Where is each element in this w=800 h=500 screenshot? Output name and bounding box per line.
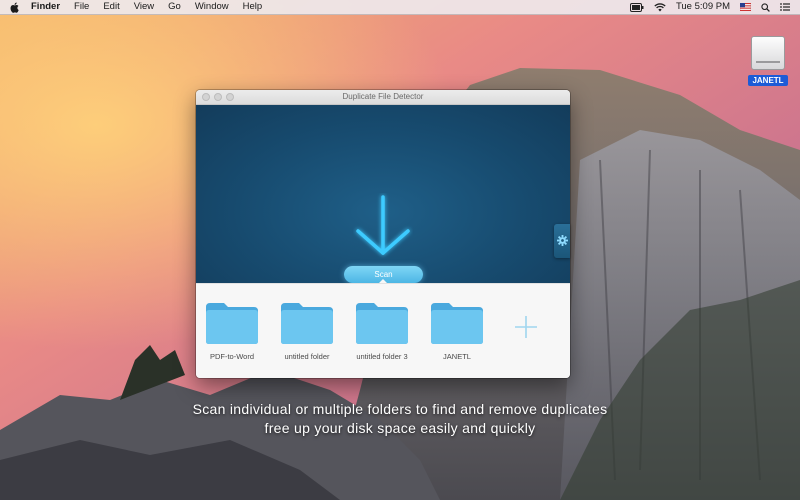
menu-app-name[interactable]: Finder xyxy=(31,0,60,14)
folder-item[interactable]: untitled folder 3 xyxy=(351,301,413,361)
folder-item[interactable]: PDF-to-Word xyxy=(201,301,263,361)
search-icon[interactable] xyxy=(761,0,770,14)
scan-panel: Scan xyxy=(196,105,570,283)
menu-view[interactable]: View xyxy=(134,0,154,14)
battery-icon[interactable] xyxy=(629,0,644,14)
folder-label: PDF-to-Word xyxy=(209,352,255,361)
caption-line-2: free up your disk space easily and quick… xyxy=(264,420,536,436)
folder-item[interactable]: JANETL xyxy=(426,301,488,361)
settings-tab[interactable] xyxy=(554,224,570,258)
folder-icon xyxy=(356,303,408,344)
gear-icon xyxy=(557,235,568,246)
caption-line-1: Scan individual or multiple folders to f… xyxy=(192,401,608,417)
list-icon[interactable] xyxy=(780,0,790,14)
folder-icon xyxy=(281,303,333,344)
folder-icon xyxy=(431,303,483,344)
add-folder-button[interactable] xyxy=(511,312,541,342)
folders-panel: PDF-to-Word untitled folder untitled fol… xyxy=(196,283,570,378)
menu-help[interactable]: Help xyxy=(243,0,263,14)
folder-label: JANETL xyxy=(443,352,471,361)
window-title: Duplicate File Detector xyxy=(342,92,424,101)
desktop-drive[interactable]: JANETL xyxy=(746,36,790,88)
flag-icon[interactable] xyxy=(740,0,751,14)
folder-icon xyxy=(206,303,258,344)
menu-clock[interactable]: Tue 5:09 PM xyxy=(676,0,730,14)
menu-bar-extras: Tue 5:09 PM xyxy=(629,0,800,14)
download-arrow-icon xyxy=(356,195,410,255)
folder-label: untitled folder xyxy=(284,352,330,361)
menu-edit[interactable]: Edit xyxy=(103,0,119,14)
hard-drive-icon xyxy=(751,36,785,70)
menu-bar: Finder File Edit View Go Window Help Tue… xyxy=(0,0,800,15)
wifi-icon[interactable] xyxy=(654,0,666,14)
folder-item[interactable]: untitled folder xyxy=(276,301,338,361)
plus-icon xyxy=(515,316,537,338)
title-bar[interactable]: Duplicate File Detector xyxy=(196,90,570,105)
menu-window[interactable]: Window xyxy=(195,0,229,14)
drive-label: JANETL xyxy=(748,75,788,86)
menu-go[interactable]: Go xyxy=(168,0,181,14)
menu-file[interactable]: File xyxy=(74,0,89,14)
app-window: Duplicate File Detector Scan PDF-to-Word… xyxy=(196,90,570,378)
apple-menu-icon[interactable] xyxy=(10,1,19,13)
folder-label: untitled folder 3 xyxy=(356,352,408,361)
